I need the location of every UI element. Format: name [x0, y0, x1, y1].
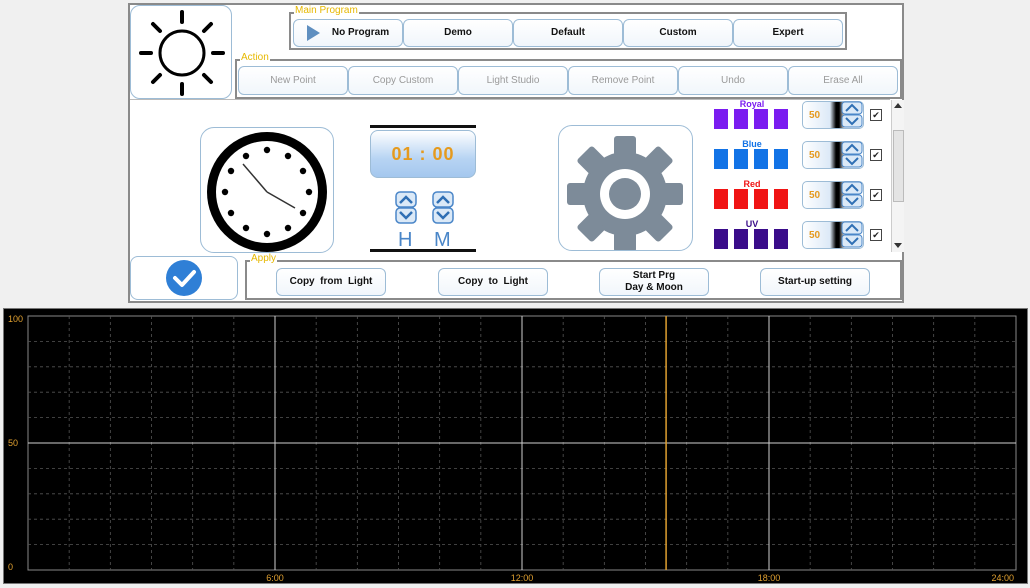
- up-down-arrows-icon[interactable]: [841, 141, 863, 169]
- scroll-up-arrow-icon[interactable]: [894, 103, 902, 108]
- channel-enable-checkbox[interactable]: ✔: [870, 189, 882, 201]
- custom-button[interactable]: Custom: [623, 19, 733, 47]
- y-tick-label: 50: [8, 438, 18, 448]
- copy-to-light-button[interactable]: Copy to Light: [438, 268, 548, 296]
- chart-canvas[interactable]: 0 50 100 6:00 12:00 18:00 24:00: [4, 309, 1027, 583]
- channel-value: 50: [809, 110, 821, 121]
- light-schedule-chart[interactable]: 0 50 100 6:00 12:00 18:00 24:00: [3, 308, 1028, 584]
- channel-value-spinner-red[interactable]: 50: [802, 181, 864, 209]
- time-display: 01 : 00: [370, 130, 476, 178]
- channel-enable-checkbox[interactable]: ✔: [870, 109, 882, 121]
- up-down-arrows-icon: [432, 191, 454, 224]
- up-down-arrows-icon[interactable]: [841, 221, 863, 249]
- apply-ok-button[interactable]: [130, 256, 238, 300]
- clock-button[interactable]: [200, 127, 334, 253]
- channel-value-spinner-uv[interactable]: 50: [802, 221, 864, 249]
- x-tick-label: 18:00: [758, 573, 781, 583]
- channel-swatch: [774, 109, 788, 129]
- undo-button[interactable]: Undo: [678, 66, 788, 95]
- main-program-label: Main Program: [294, 5, 359, 17]
- scroll-down-arrow-icon[interactable]: [894, 243, 902, 248]
- channel-swatch: [734, 189, 748, 209]
- channel-swatch: [734, 149, 748, 169]
- minute-spinner[interactable]: [432, 191, 454, 224]
- channel-swatch: [714, 149, 728, 169]
- up-down-arrows-icon: [395, 191, 417, 224]
- channel-swatch: [774, 229, 788, 249]
- channel-scrollbar[interactable]: [891, 100, 904, 252]
- channel-swatch: [754, 149, 768, 169]
- up-down-arrows-icon[interactable]: [841, 101, 863, 129]
- channel-swatch: [774, 149, 788, 169]
- channel-label-blue: Blue: [742, 139, 762, 149]
- scroll-thumb[interactable]: [893, 130, 904, 202]
- up-down-arrows-icon[interactable]: [841, 181, 863, 209]
- channel-value: 50: [809, 230, 821, 241]
- channel-swatch: [754, 189, 768, 209]
- time-bottom-bar: [370, 249, 476, 252]
- channel-swatch: [714, 109, 728, 129]
- startup-setting-button[interactable]: Start-up setting: [760, 268, 870, 296]
- channel-swatch: [714, 189, 728, 209]
- channel-swatch: [734, 109, 748, 129]
- expert-button[interactable]: Expert: [733, 19, 843, 47]
- clock-icon: [207, 132, 327, 252]
- demo-button[interactable]: Demo: [403, 19, 513, 47]
- x-tick-label: 24:00: [991, 573, 1014, 583]
- channel-value: 50: [809, 150, 821, 161]
- channel-enable-checkbox[interactable]: ✔: [870, 229, 882, 241]
- time-top-bar: [370, 125, 476, 128]
- channel-label-royal: Royal: [739, 99, 765, 109]
- x-tick-label: 12:00: [511, 573, 534, 583]
- erase-all-button[interactable]: Erase All: [788, 66, 898, 95]
- y-tick-label: 0: [8, 562, 13, 572]
- action-label: Action: [240, 52, 270, 64]
- channel-swatch: [774, 189, 788, 209]
- channel-label-uv: UV: [745, 219, 759, 229]
- gear-icon: [567, 136, 683, 252]
- channel-swatch: [714, 229, 728, 249]
- channel-enable-checkbox[interactable]: ✔: [870, 149, 882, 161]
- x-tick-label: 6:00: [266, 573, 284, 583]
- start-program-day-moon-button[interactable]: Start Prg Day & Moon: [599, 268, 709, 296]
- new-point-button[interactable]: New Point: [238, 66, 348, 95]
- light-studio-button[interactable]: Light Studio: [458, 66, 568, 95]
- play-icon: [306, 25, 320, 41]
- channel-swatch: [734, 229, 748, 249]
- settings-gear-button[interactable]: [558, 125, 693, 252]
- sun-icon-button[interactable]: [130, 5, 232, 99]
- no-program-button[interactable]: No Program: [293, 19, 403, 47]
- channel-value: 50: [809, 190, 821, 201]
- channel-swatch: [754, 229, 768, 249]
- hour-spinner[interactable]: [395, 191, 417, 224]
- no-program-label: No Program: [331, 27, 390, 38]
- channel-value-spinner-royal[interactable]: 50: [802, 101, 864, 129]
- apply-label: Apply: [250, 253, 278, 265]
- remove-point-button[interactable]: Remove Point: [568, 66, 678, 95]
- y-tick-label: 100: [8, 314, 23, 324]
- copy-from-light-button[interactable]: Copy from Light: [276, 268, 386, 296]
- channel-swatch: [754, 109, 768, 129]
- checkmark-icon: [166, 260, 202, 296]
- copy-custom-button[interactable]: Copy Custom: [348, 66, 458, 95]
- channel-label-red: Red: [743, 179, 761, 189]
- default-button[interactable]: Default: [513, 19, 623, 47]
- sun-icon: [139, 10, 225, 96]
- channel-value-spinner-blue[interactable]: 50: [802, 141, 864, 169]
